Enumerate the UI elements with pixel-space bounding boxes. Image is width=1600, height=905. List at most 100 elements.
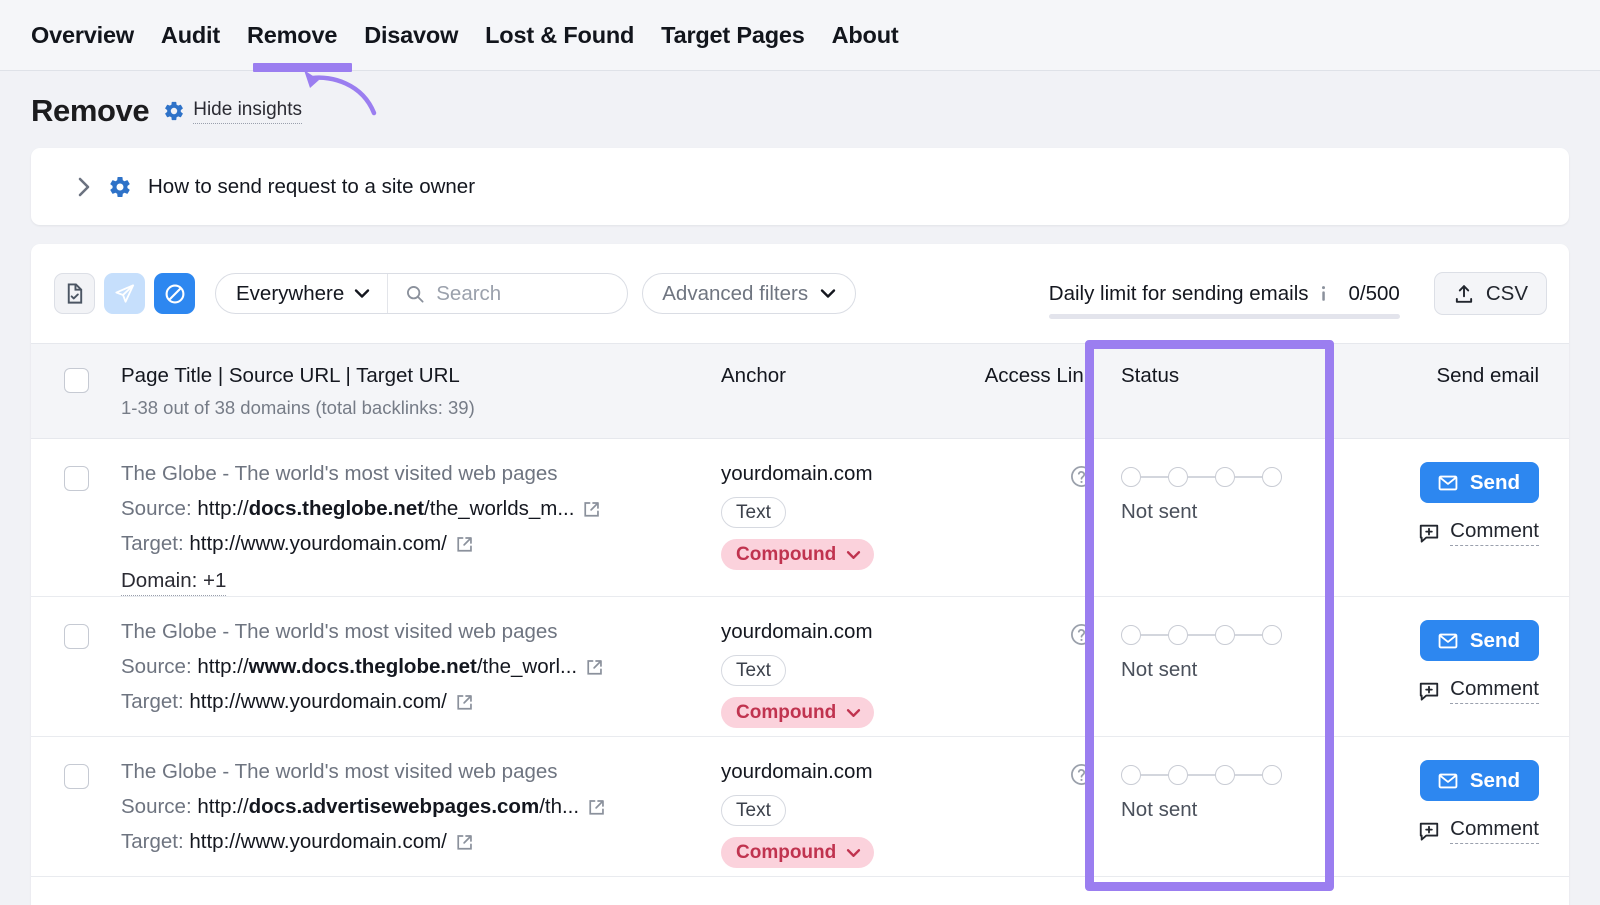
page-title: Remove	[31, 93, 149, 129]
external-link-icon[interactable]	[585, 658, 604, 677]
paper-plane-icon-button[interactable]	[104, 273, 145, 314]
question-circle-icon[interactable]	[1069, 622, 1094, 647]
anchor-type-tag: Text	[721, 497, 786, 528]
scope-select[interactable]: Everywhere	[216, 274, 388, 313]
anchor-badge-compound[interactable]: Compound	[721, 539, 874, 570]
document-check-icon-button[interactable]	[54, 273, 95, 314]
status-step-4	[1262, 625, 1282, 645]
nav-tab-target-pages[interactable]: Target Pages	[661, 22, 804, 49]
row-page-title: The Globe - The world's most visited web…	[121, 760, 721, 784]
add-comment-label: Comment	[1450, 677, 1539, 704]
table-header-row: Page Title | Source URL | Target URL 1-3…	[31, 343, 1569, 439]
send-email-button[interactable]: Send	[1420, 620, 1539, 661]
target-label: Target:	[121, 532, 184, 555]
anchor-badge-compound[interactable]: Compound	[721, 697, 874, 728]
send-email-button[interactable]: Send	[1420, 462, 1539, 503]
row-source-url[interactable]: Source: http://docs.theglobe.net/the_wor…	[121, 497, 721, 521]
advanced-filters-dropdown[interactable]: Advanced filters	[642, 273, 856, 314]
status-step-1	[1121, 467, 1141, 487]
chevron-down-icon	[354, 288, 370, 299]
source-prefix: http://	[197, 655, 248, 678]
anchor-type-tag: Text	[721, 795, 786, 826]
target-url-value: http://www.yourdomain.com/	[189, 532, 447, 555]
send-email-label: Send	[1470, 769, 1520, 793]
row-checkbox[interactable]	[64, 624, 89, 649]
status-text: Not sent	[1121, 658, 1322, 682]
add-comment-button[interactable]: Comment	[1418, 677, 1539, 704]
row-page-title: The Globe - The world's most visited web…	[121, 620, 721, 644]
external-link-icon[interactable]	[455, 693, 474, 712]
question-circle-icon[interactable]	[1069, 464, 1094, 489]
status-connector	[1141, 774, 1168, 776]
status-stepper	[1121, 467, 1322, 487]
row-checkbox[interactable]	[64, 466, 89, 491]
status-step-3	[1215, 467, 1235, 487]
add-comment-button[interactable]: Comment	[1418, 817, 1539, 844]
nav-tab-remove[interactable]: Remove	[247, 22, 337, 49]
row-target-url[interactable]: Target: http://www.yourdomain.com/	[121, 830, 721, 854]
anchor-host: yourdomain.com	[721, 462, 976, 486]
blocked-icon-button[interactable]	[154, 273, 195, 314]
add-comment-label: Comment	[1450, 817, 1539, 844]
status-step-3	[1215, 765, 1235, 785]
envelope-icon	[1437, 472, 1459, 494]
column-header-status: Status	[1121, 364, 1322, 388]
nav-tab-lost-and-found[interactable]: Lost & Found	[485, 22, 634, 49]
chevron-down-icon	[846, 708, 861, 718]
envelope-icon	[1437, 770, 1459, 792]
source-path: /the_worlds_m...	[424, 497, 574, 520]
target-label: Target:	[121, 690, 184, 713]
external-link-icon[interactable]	[455, 535, 474, 554]
anchor-badge-label: Compound	[736, 544, 836, 566]
status-step-1	[1121, 765, 1141, 785]
status-stepper	[1121, 765, 1322, 785]
paper-plane-icon	[113, 282, 136, 305]
send-email-button[interactable]: Send	[1420, 760, 1539, 801]
anchor-host: yourdomain.com	[721, 620, 976, 644]
nav-tab-audit[interactable]: Audit	[161, 22, 220, 49]
add-comment-button[interactable]: Comment	[1418, 519, 1539, 546]
add-comment-label: Comment	[1450, 519, 1539, 546]
row-source-url[interactable]: Source: http://www.docs.theglobe.net/the…	[121, 655, 721, 679]
insights-accordion[interactable]: How to send request to a site owner	[31, 148, 1569, 225]
source-label: Source:	[121, 655, 192, 678]
hide-insights-button[interactable]: Hide insights	[163, 99, 302, 124]
external-link-icon[interactable]	[587, 798, 606, 817]
search-input[interactable]: Search	[388, 274, 627, 313]
question-circle-icon[interactable]	[1069, 762, 1094, 787]
row-source-url[interactable]: Source: http://docs.advertisewebpages.co…	[121, 795, 721, 819]
status-connector	[1235, 476, 1262, 478]
chevron-right-icon[interactable]	[76, 176, 92, 198]
select-all-checkbox[interactable]	[64, 368, 89, 393]
nav-tab-about[interactable]: About	[832, 22, 899, 49]
status-connector	[1188, 774, 1215, 776]
table-row: The Globe - The world's most visited web…	[31, 597, 1569, 737]
insights-title: How to send request to a site owner	[148, 175, 475, 199]
source-domain: docs.theglobe.net	[249, 497, 424, 520]
column-header-anchor: Anchor	[721, 364, 976, 388]
nav-tab-overview[interactable]: Overview	[31, 22, 134, 49]
status-connector	[1141, 476, 1168, 478]
source-label: Source:	[121, 795, 192, 818]
status-connector	[1188, 476, 1215, 478]
document-check-icon	[63, 282, 86, 305]
blocked-icon	[163, 282, 187, 306]
results-count: 1-38 out of 38 domains (total backlinks:…	[121, 397, 721, 419]
anchor-host: yourdomain.com	[721, 760, 976, 784]
backlinks-table-card: Everywhere Search Advanced filters D	[31, 244, 1569, 905]
source-prefix: http://	[197, 497, 248, 520]
external-link-icon[interactable]	[582, 500, 601, 519]
daily-limit-label: Daily limit for sending emails	[1049, 282, 1309, 306]
hide-insights-label: Hide insights	[193, 99, 302, 124]
row-checkbox[interactable]	[64, 764, 89, 789]
row-target-url[interactable]: Target: http://www.yourdomain.com/	[121, 532, 721, 556]
external-link-icon[interactable]	[455, 833, 474, 852]
nav-tab-disavow[interactable]: Disavow	[364, 22, 458, 49]
anchor-badge-compound[interactable]: Compound	[721, 837, 874, 868]
source-path: /th...	[539, 795, 579, 818]
daily-limit-count: 0/500	[1349, 282, 1400, 306]
row-domain-more[interactable]: Domain: +1	[121, 569, 226, 596]
export-csv-button[interactable]: CSV	[1434, 272, 1547, 315]
row-target-url[interactable]: Target: http://www.yourdomain.com/	[121, 690, 721, 714]
info-icon[interactable]	[1320, 284, 1327, 304]
